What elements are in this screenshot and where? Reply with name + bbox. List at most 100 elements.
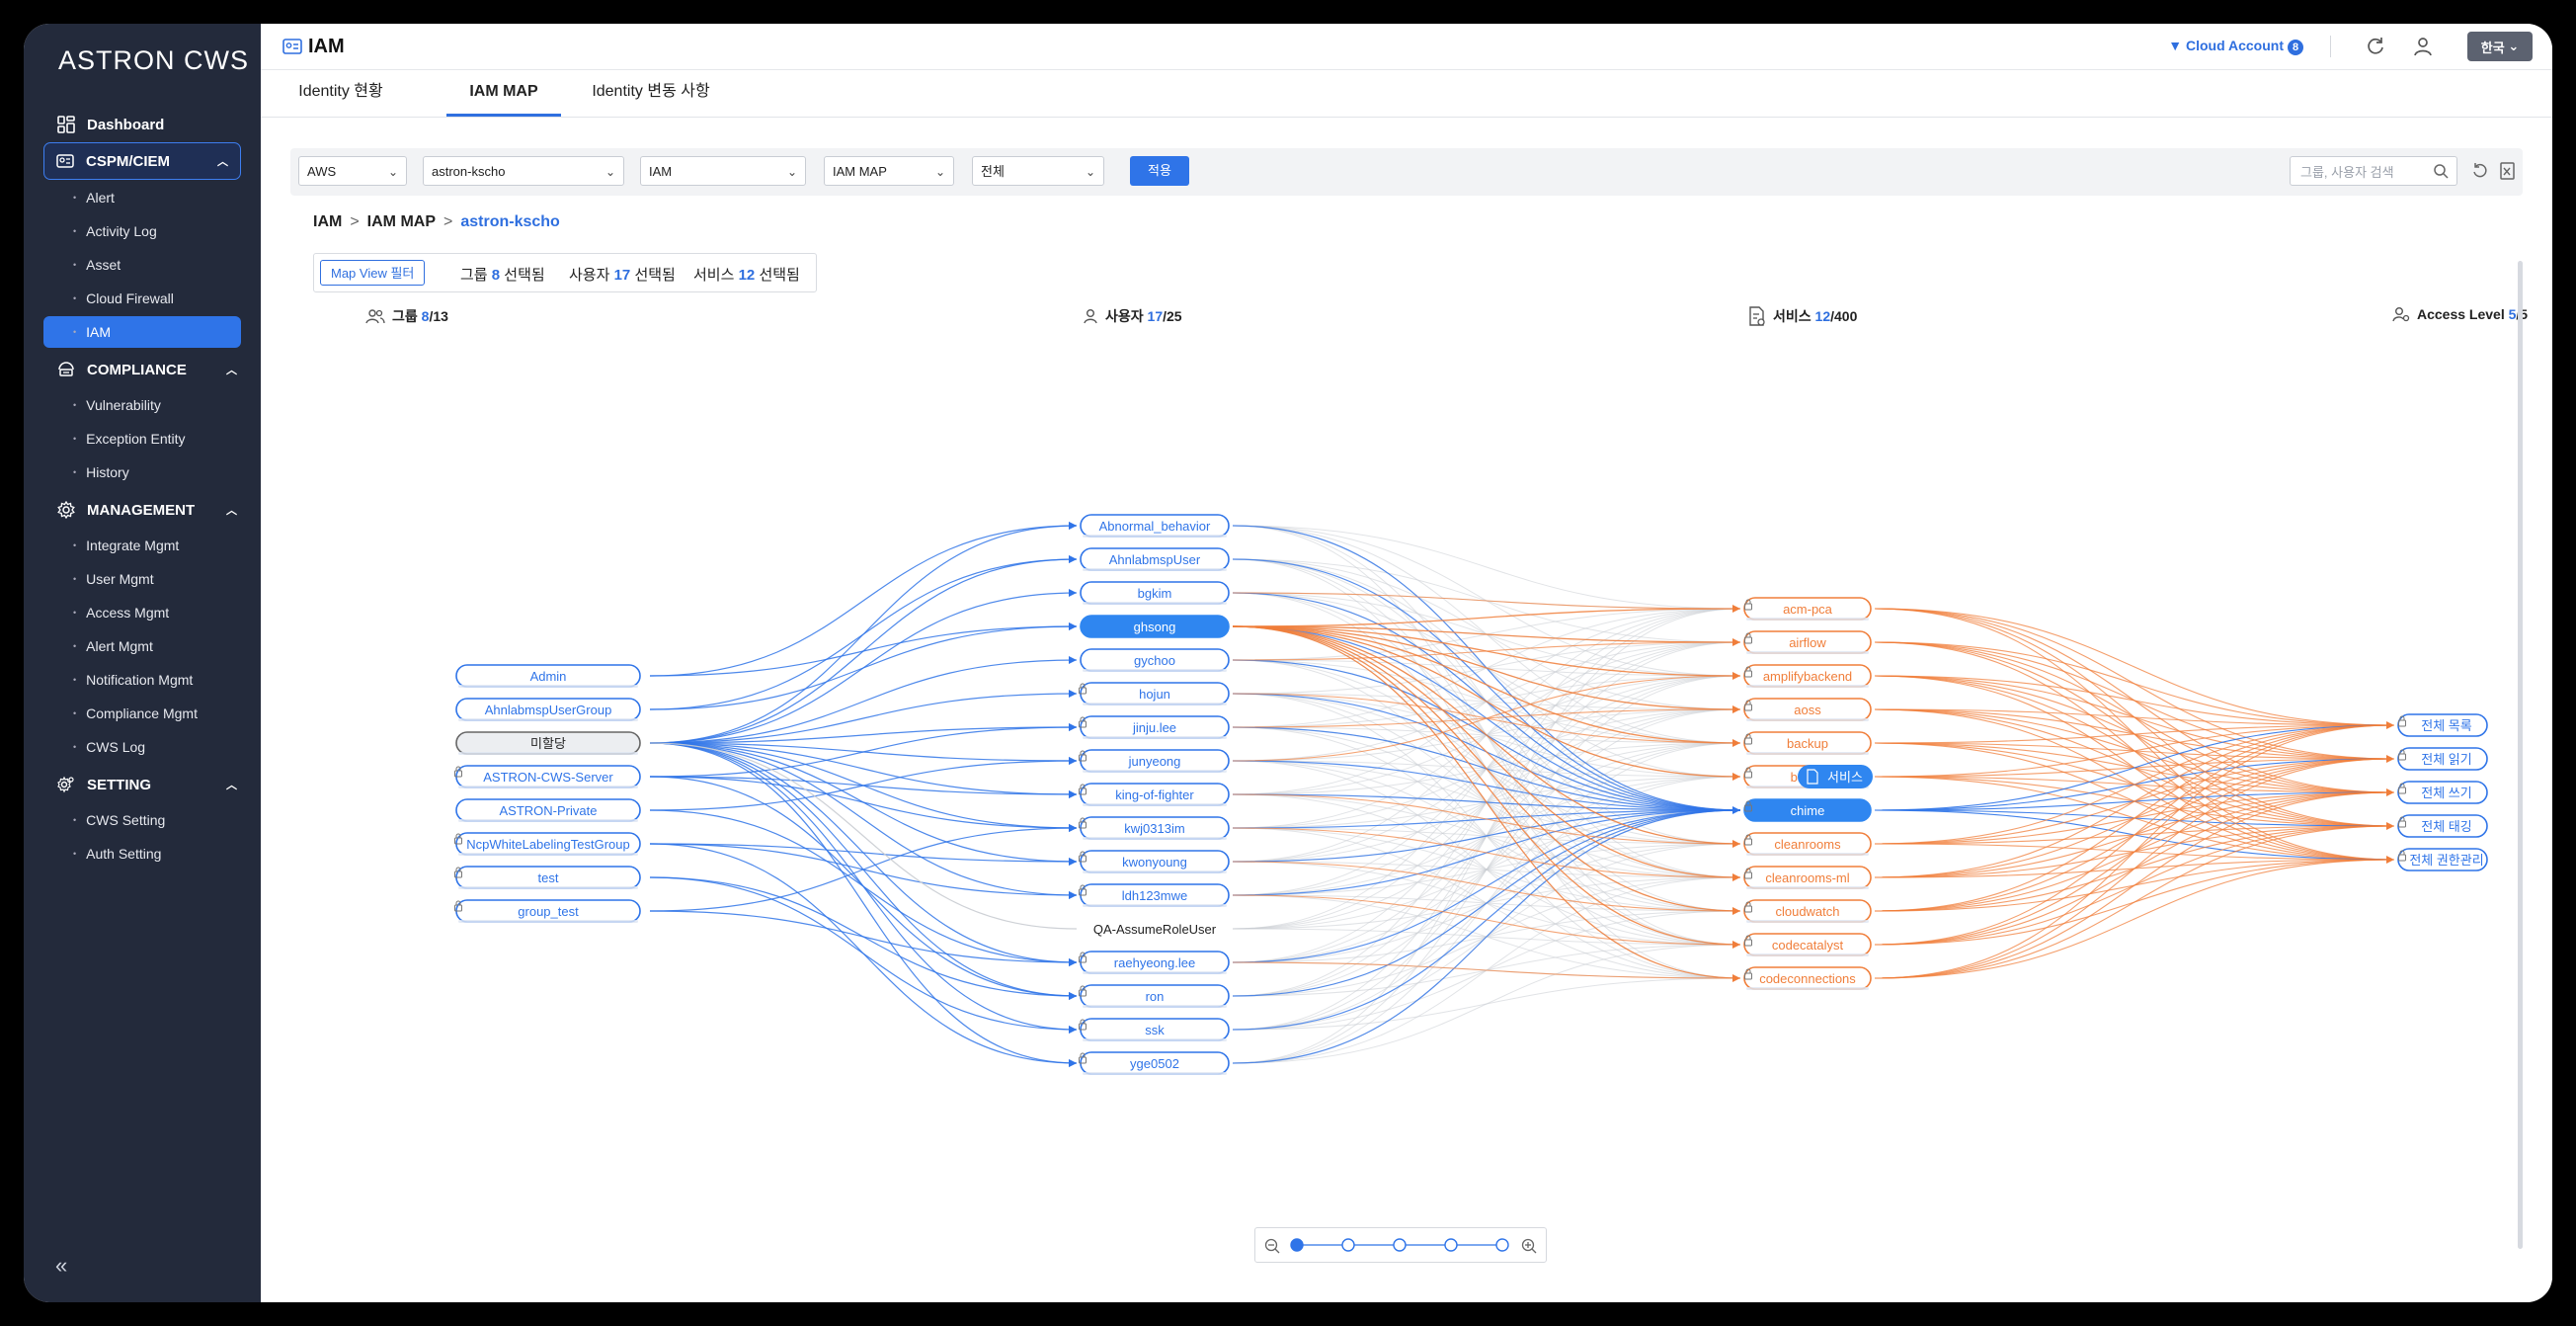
group-node-label: 미할당 — [530, 736, 566, 751]
sidebar-item-cws-log[interactable]: CWS Log — [24, 731, 261, 763]
user-node[interactable]: hojun — [1079, 682, 1230, 705]
user-node[interactable]: kwonyoung — [1079, 850, 1230, 873]
service-access-link — [1874, 724, 2395, 845]
service-node[interactable]: cleanrooms — [1743, 832, 1872, 856]
sidebar-section-management[interactable]: MANAGEMENT ︿ — [24, 492, 261, 528]
sidebar-section-setting[interactable]: SETTING ︿ — [24, 767, 261, 802]
node-shadow — [458, 685, 638, 688]
sidebar-item-iam[interactable]: IAM — [43, 316, 241, 348]
sidebar-item-notification-mgmt[interactable]: Notification Mgmt — [24, 664, 261, 696]
user-node[interactable]: junyeong — [1079, 749, 1230, 773]
service-node[interactable]: airflow — [1743, 630, 1872, 654]
sidebar-section-compliance[interactable]: COMPLIANCE ︿ — [24, 352, 261, 387]
arrow-head — [1069, 622, 1077, 630]
user-node[interactable]: ssk — [1079, 1018, 1230, 1041]
arrow-head — [1069, 757, 1077, 765]
sidebar-item-cloud-firewall[interactable]: Cloud Firewall — [24, 283, 261, 314]
arrow-head — [1069, 723, 1077, 731]
service-node-label: backup — [1787, 736, 1828, 751]
sidebar-item-access-mgmt[interactable]: Access Mgmt — [24, 597, 261, 628]
zoom-step[interactable] — [1444, 1238, 1458, 1252]
group-node[interactable]: ASTRON-Private — [455, 798, 641, 822]
user-node[interactable]: AhnlabmspUser — [1080, 547, 1230, 571]
cspm-icon — [56, 152, 74, 170]
access-level-node[interactable]: 전체 권한관리 — [2397, 848, 2488, 871]
node-shadow — [458, 718, 638, 721]
group-node[interactable]: AhnlabmspUserGroup — [455, 698, 641, 721]
user-node[interactable]: jinju.lee — [1079, 715, 1230, 739]
group-node[interactable]: Admin — [455, 664, 641, 688]
service-node-label: codecatalyst — [1772, 938, 1844, 953]
zoom-step[interactable] — [1393, 1238, 1407, 1252]
service-node[interactable]: aoss — [1743, 698, 1872, 721]
service-node[interactable]: codecatalyst — [1743, 933, 1872, 956]
sidebar-section-label: COMPLIANCE — [87, 361, 187, 378]
zoom-step[interactable] — [1341, 1238, 1355, 1252]
user-node[interactable]: ldh123mwe — [1079, 883, 1230, 907]
user-node[interactable]: yge0502 — [1079, 1051, 1230, 1075]
user-node[interactable]: Abnormal_behavior — [1080, 514, 1230, 538]
service-node[interactable]: backup — [1743, 731, 1872, 755]
group-node[interactable]: 미할당 — [455, 731, 641, 755]
sidebar-section-cspm-ciem[interactable]: CSPM/CIEM ︿ — [43, 142, 241, 180]
vertical-scrollbar[interactable] — [2518, 261, 2523, 1249]
group-node[interactable]: test — [454, 866, 641, 889]
arrow-head — [2386, 721, 2394, 729]
sidebar-item-compliance-mgmt[interactable]: Compliance Mgmt — [24, 698, 261, 729]
sidebar-item-auth-setting[interactable]: Auth Setting — [24, 838, 261, 870]
service-node[interactable]: amplifybackend — [1743, 664, 1872, 688]
collapse-sidebar-button[interactable]: « — [55, 1253, 67, 1279]
node-shadow — [1083, 870, 1227, 873]
zoom-in-icon[interactable] — [1521, 1238, 1537, 1254]
tooltip-label: 서비스 — [1827, 770, 1863, 785]
dashboard-icon — [57, 116, 75, 133]
chevron-up-icon: ︿ — [226, 505, 237, 517]
service-node[interactable]: codeconnections — [1743, 966, 1872, 990]
service-node-label: cloudwatch — [1775, 904, 1839, 919]
sidebar-item-user-mgmt[interactable]: User Mgmt — [24, 563, 261, 595]
node-shadow — [1083, 971, 1227, 974]
zoom-step[interactable] — [1495, 1238, 1509, 1252]
user-node[interactable]: raehyeong.lee — [1079, 951, 1230, 974]
group-node[interactable]: group_test — [454, 899, 641, 923]
service-node-label: acm-pca — [1783, 602, 1833, 617]
user-node[interactable]: gychoo — [1080, 648, 1230, 672]
access-level-node[interactable]: 전체 태깅 — [2397, 814, 2488, 838]
sidebar-item-alert[interactable]: Alert — [24, 182, 261, 213]
zoom-step[interactable] — [1290, 1238, 1304, 1252]
sidebar-item-cws-setting[interactable]: CWS Setting — [24, 804, 261, 836]
arrow-head — [1069, 589, 1077, 597]
access-level-node[interactable]: 전체 목록 — [2397, 713, 2488, 737]
service-node[interactable]: cloudwatch — [1743, 899, 1872, 923]
service-node[interactable]: cleanrooms-ml — [1743, 866, 1872, 889]
group-node[interactable]: ASTRON-CWS-Server — [454, 765, 641, 788]
sidebar-item-exception-entity[interactable]: Exception Entity — [24, 423, 261, 455]
user-node[interactable]: king-of-fighter — [1079, 783, 1230, 806]
user-node-label: hojun — [1139, 687, 1170, 702]
node-shadow — [1746, 987, 1869, 990]
sidebar-item-history[interactable]: History — [24, 456, 261, 488]
service-node[interactable]: acm-pca — [1743, 597, 1872, 621]
user-node[interactable]: ron — [1079, 984, 1230, 1008]
sidebar-item-activity-log[interactable]: Activity Log — [24, 215, 261, 247]
user-node[interactable]: QA-AssumeRoleUser — [1081, 918, 1229, 940]
service-node[interactable]: chime — [1743, 798, 1872, 822]
user-node[interactable]: bgkim — [1080, 581, 1230, 605]
sidebar-item-asset[interactable]: Asset — [24, 249, 261, 281]
access-level-node[interactable]: 전체 쓰기 — [2397, 781, 2488, 804]
sidebar-item-vulnerability[interactable]: Vulnerability — [24, 389, 261, 421]
sidebar-item-integrate-mgmt[interactable]: Integrate Mgmt — [24, 530, 261, 561]
user-node[interactable]: ghsong — [1080, 615, 1230, 638]
group-node[interactable]: NcpWhiteLabelingTestGroup — [454, 832, 641, 856]
user-node[interactable]: kwj0313im — [1079, 816, 1230, 840]
node-shadow — [458, 786, 638, 788]
zoom-out-icon[interactable] — [1264, 1238, 1280, 1254]
sidebar-item-alert-mgmt[interactable]: Alert Mgmt — [24, 630, 261, 662]
sidebar-nav: Dashboard CSPM/CIEM ︿ AlertActivity LogAss… — [24, 107, 261, 871]
connection-lines — [649, 522, 2395, 1067]
sidebar-item-dashboard[interactable]: Dashboard — [24, 107, 261, 142]
arrow-head — [1069, 790, 1077, 798]
user-node-label: yge0502 — [1130, 1056, 1179, 1071]
access-level-node[interactable]: 전체 읽기 — [2397, 747, 2488, 771]
group-user-link — [649, 843, 1078, 863]
